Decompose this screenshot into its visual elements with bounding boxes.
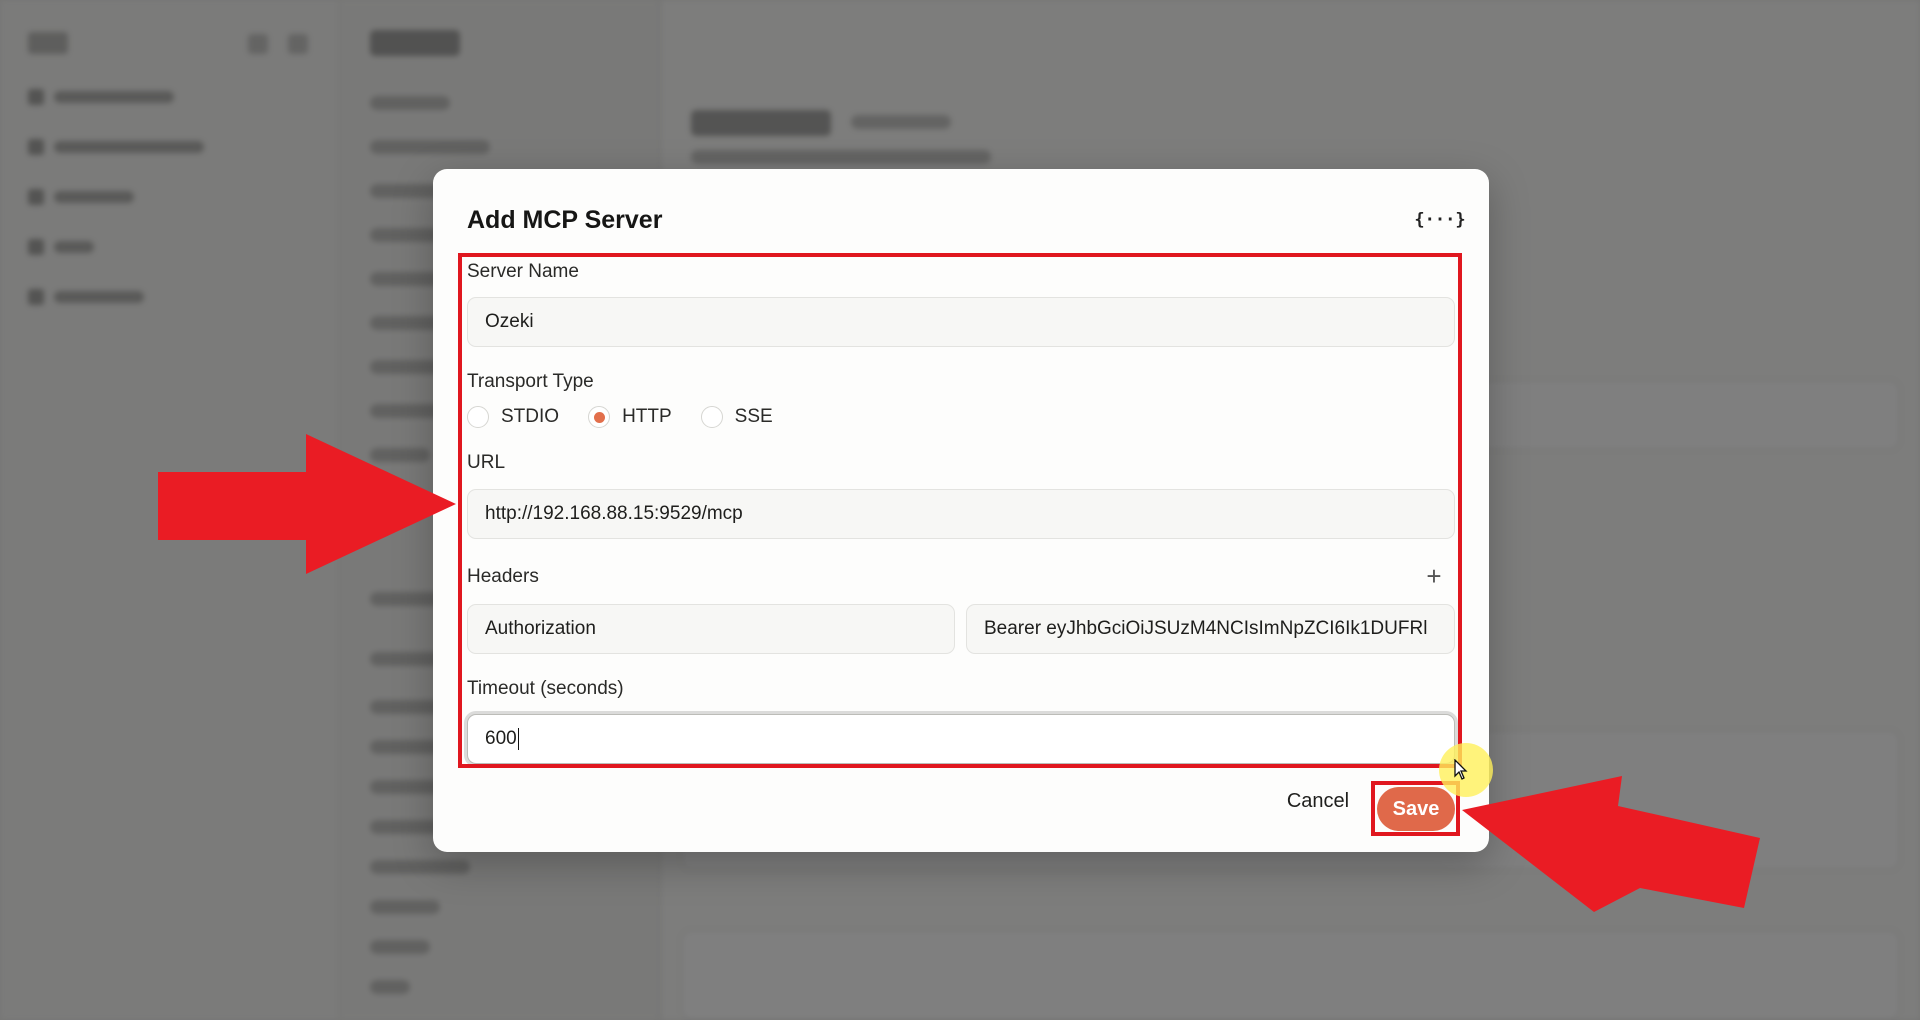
annotation-arrows bbox=[158, 434, 1760, 912]
red-arrow-icon bbox=[1462, 776, 1760, 912]
mouse-pointer-icon bbox=[1454, 759, 1468, 780]
red-arrow-icon bbox=[158, 434, 456, 574]
